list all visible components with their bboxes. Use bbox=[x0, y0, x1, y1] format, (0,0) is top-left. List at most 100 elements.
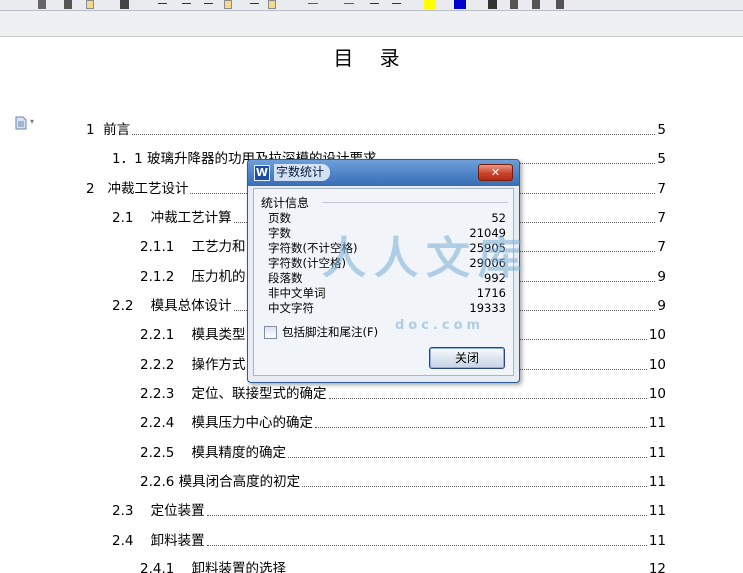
chevron-down-icon[interactable]: ▾ bbox=[30, 117, 34, 126]
toc-number: 2.2.4 bbox=[140, 415, 192, 431]
toc-page: 5 bbox=[657, 151, 666, 167]
toc-leader bbox=[206, 515, 647, 516]
toc-text: 卸料装置 bbox=[150, 533, 205, 549]
toc-text: 操作方式 bbox=[191, 357, 246, 373]
toc-page: 11 bbox=[648, 474, 666, 490]
toc-number: 2.3 bbox=[112, 503, 151, 519]
toc-number: 2.4 bbox=[112, 533, 151, 549]
toc-text: 压力机的 bbox=[191, 269, 246, 285]
stat-value: 29006 bbox=[469, 256, 506, 270]
toc-text: 模具压力中心的确定 bbox=[191, 415, 314, 431]
stat-label: 中文字符 bbox=[268, 301, 314, 315]
distribute-icon[interactable] bbox=[250, 3, 259, 4]
toc-text: 模具类型 bbox=[191, 327, 246, 343]
group-divider bbox=[322, 202, 508, 203]
align-right-icon[interactable] bbox=[204, 3, 213, 4]
toc-page: 11 bbox=[648, 445, 666, 461]
toolbar-button[interactable] bbox=[120, 0, 129, 9]
toc-page: 11 bbox=[648, 503, 666, 519]
toc-text: 模具精度的确定 bbox=[191, 445, 287, 461]
toc-page: 7 bbox=[657, 210, 666, 226]
toc-page: 5 bbox=[657, 122, 666, 138]
close-button[interactable]: ✕ bbox=[478, 164, 513, 181]
toolbar-button[interactable] bbox=[64, 0, 72, 9]
toc-text: 模具闭合高度的初定 bbox=[178, 474, 301, 490]
toc-row[interactable]: 2.2.5 模具精度的确定 11 bbox=[140, 441, 666, 461]
dialog-body: 统计信息 页数 52 字数 21049 字符数(不计空格) 25905 字符数(计空格… bbox=[253, 188, 514, 376]
toc-page: 11 bbox=[648, 533, 666, 549]
word-count-dialog: W 字数统计 ✕ 统计信息 页数 52 字数 21049 字符数(不计空格) 2590… bbox=[247, 159, 520, 383]
stat-row: 非中文单词 1716 bbox=[268, 286, 506, 300]
toolbar-button[interactable] bbox=[532, 0, 540, 9]
wps-writer-icon: W bbox=[254, 165, 270, 181]
toolbar-button[interactable] bbox=[488, 0, 497, 9]
dialog-titlebar[interactable]: W 字数统计 ✕ bbox=[248, 160, 519, 186]
stat-value: 52 bbox=[491, 211, 506, 225]
toc-page: 10 bbox=[648, 357, 666, 373]
document-icon[interactable] bbox=[15, 116, 27, 130]
toc-row[interactable]: 2.2.3 定位、联接型式的确定 10 bbox=[140, 382, 666, 402]
stat-label: 页数 bbox=[268, 211, 291, 225]
toc-text: 模具总体设计 bbox=[150, 298, 232, 314]
include-footnotes-checkbox[interactable] bbox=[264, 326, 277, 339]
stat-label: 字符数(不计空格) bbox=[268, 241, 358, 255]
toc-row[interactable]: 2.2.4 模具压力中心的确定 11 bbox=[140, 411, 666, 431]
toc-leader bbox=[315, 427, 647, 428]
toolbar-button[interactable] bbox=[86, 0, 94, 9]
toc-row[interactable]: 2.4.1 卸料装置的选择 12 bbox=[140, 557, 666, 573]
line-spacing-icon[interactable] bbox=[268, 0, 276, 9]
align-left-icon[interactable] bbox=[158, 3, 167, 4]
stat-value: 19333 bbox=[469, 301, 506, 315]
stat-label: 字符数(计空格) bbox=[268, 256, 346, 270]
include-footnotes-label[interactable]: 包括脚注和尾注(F) bbox=[282, 325, 378, 340]
stat-row: 页数 52 bbox=[268, 211, 506, 225]
stat-row: 字数 21049 bbox=[268, 226, 506, 240]
toolbar-button[interactable] bbox=[510, 0, 518, 9]
toc-text: 定位装置 bbox=[150, 503, 205, 519]
close-dialog-button[interactable]: 关闭 bbox=[429, 347, 505, 369]
toc-number: 2.2 bbox=[112, 298, 151, 314]
toc-number: 2.2.6 bbox=[140, 474, 179, 490]
toc-number: 2.1.1 bbox=[140, 239, 192, 255]
toolbar-button[interactable] bbox=[556, 0, 564, 9]
highlight-color-icon[interactable] bbox=[424, 0, 436, 9]
stat-row: 字符数(不计空格) 25905 bbox=[268, 241, 506, 255]
toc-number: 2.2.3 bbox=[140, 386, 192, 402]
stat-row: 中文字符 19333 bbox=[268, 301, 506, 315]
stat-label: 字数 bbox=[268, 226, 291, 240]
stat-value: 21049 bbox=[469, 226, 506, 240]
indent-icon[interactable] bbox=[370, 3, 379, 4]
dialog-title: 字数统计 bbox=[274, 164, 331, 181]
toc-row[interactable]: 2.4 卸料装置 11 bbox=[112, 529, 666, 549]
toc-number: 2.2.2 bbox=[140, 357, 192, 373]
page-title: 目 录 bbox=[333, 46, 410, 70]
toc-number: 2.4.1 bbox=[140, 561, 192, 573]
toc-row[interactable]: 1 前言 5 bbox=[86, 118, 666, 138]
toc-leader bbox=[302, 486, 647, 487]
stat-row: 字符数(计空格) 29006 bbox=[268, 256, 506, 270]
align-center-icon[interactable] bbox=[182, 3, 191, 4]
justify-icon[interactable] bbox=[224, 0, 232, 9]
toc-row[interactable]: 2.2.6 模具闭合高度的初定 11 bbox=[140, 470, 666, 490]
toc-page: 10 bbox=[648, 386, 666, 402]
toc-text: 卸料装置的选择 bbox=[191, 561, 287, 573]
toc-page: 12 bbox=[648, 561, 666, 573]
stat-label: 段落数 bbox=[268, 271, 303, 285]
toc-row[interactable]: 2.3 定位装置 11 bbox=[112, 499, 666, 519]
toc-page: 7 bbox=[657, 181, 666, 197]
toolbar-button[interactable] bbox=[38, 0, 46, 9]
toc-number: 2.2.5 bbox=[140, 445, 192, 461]
toc-leader bbox=[328, 398, 647, 399]
toc-text: 工艺力和 bbox=[191, 239, 246, 255]
toc-page: 7 bbox=[657, 239, 666, 255]
toc-number: 2 bbox=[86, 181, 108, 197]
numbering-icon[interactable] bbox=[308, 3, 318, 4]
toc-page: 10 bbox=[648, 327, 666, 343]
stat-label: 非中文单词 bbox=[268, 286, 326, 300]
font-color-icon[interactable] bbox=[454, 0, 466, 9]
outdent-icon[interactable] bbox=[392, 3, 401, 4]
toc-text: 冲裁工艺计算 bbox=[150, 210, 232, 226]
bullets-icon[interactable] bbox=[344, 3, 354, 4]
toc-leader bbox=[206, 545, 647, 546]
toc-text: 前言 bbox=[103, 122, 131, 138]
